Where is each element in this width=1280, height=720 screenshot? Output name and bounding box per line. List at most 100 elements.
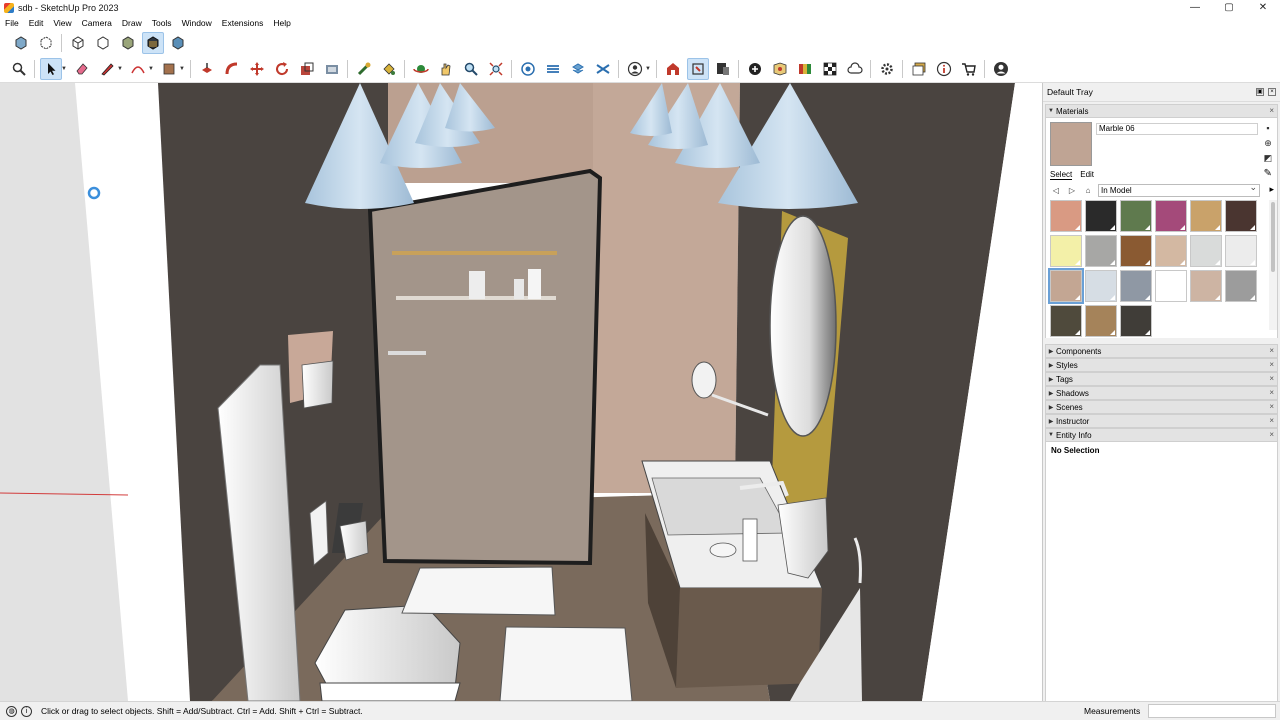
push-pull-icon[interactable]: [196, 58, 218, 80]
shaded-textures-icon[interactable]: [141, 32, 164, 54]
menu-extensions[interactable]: Extensions: [217, 18, 269, 28]
account-icon[interactable]: [990, 58, 1012, 80]
checker-icon[interactable]: [819, 58, 841, 80]
close-button[interactable]: ✕: [1246, 0, 1280, 15]
minimize-button[interactable]: —: [1178, 0, 1212, 15]
move-icon[interactable]: [246, 58, 268, 80]
panel-close-icon[interactable]: ×: [1269, 374, 1274, 383]
rotate-icon[interactable]: [271, 58, 293, 80]
material-swatch[interactable]: [1085, 305, 1117, 337]
material-swatch[interactable]: [1120, 200, 1152, 232]
material-swatch[interactable]: [1190, 200, 1222, 232]
menu-help[interactable]: Help: [268, 18, 295, 28]
trimble-connect-icon[interactable]: [908, 58, 930, 80]
orbit-icon[interactable]: [410, 58, 432, 80]
menu-file[interactable]: File: [0, 18, 24, 28]
material-name-field[interactable]: Marble 06: [1096, 123, 1258, 135]
create-material-icon[interactable]: ⊕: [1262, 137, 1274, 149]
tray-close-icon[interactable]: ×: [1268, 88, 1276, 96]
styles-panel-header[interactable]: ▶ Styles ×: [1045, 358, 1278, 372]
tape-measure-icon[interactable]: [353, 58, 375, 80]
material-swatch[interactable]: [1155, 235, 1187, 267]
details-arrow-icon[interactable]: ▸: [1269, 184, 1274, 195]
rectangle-icon[interactable]: [158, 58, 180, 80]
chevron-down-icon[interactable]: ▼: [148, 66, 154, 72]
zoom-icon[interactable]: [460, 58, 482, 80]
display-secondary-icon[interactable]: ▪: [1262, 122, 1274, 134]
material-swatch[interactable]: [1225, 270, 1257, 302]
panel-close-icon[interactable]: ×: [1269, 346, 1274, 355]
menu-window[interactable]: Window: [177, 18, 217, 28]
menu-edit[interactable]: Edit: [24, 18, 49, 28]
scale-icon[interactable]: [296, 58, 318, 80]
chevron-down-icon[interactable]: ▼: [645, 66, 651, 72]
info-icon[interactable]: [933, 58, 955, 80]
follow-me-icon[interactable]: [221, 58, 243, 80]
menu-tools[interactable]: Tools: [147, 18, 177, 28]
material-swatch[interactable]: [1120, 235, 1152, 267]
measurements-input[interactable]: [1148, 704, 1276, 718]
material-swatch[interactable]: [1085, 235, 1117, 267]
back-edges-icon[interactable]: [35, 32, 57, 54]
geo-location-status-icon[interactable]: ◍: [6, 705, 17, 717]
material-swatch[interactable]: [1155, 270, 1187, 302]
panel-close-icon[interactable]: ×: [1269, 416, 1274, 425]
chevron-down-icon[interactable]: ▼: [61, 66, 67, 72]
model-viewport[interactable]: [0, 83, 1042, 701]
tags-panel-header[interactable]: ▶ Tags ×: [1045, 372, 1278, 386]
components-panel-header[interactable]: ▶ Components ×: [1045, 344, 1278, 358]
material-swatch[interactable]: [1048, 268, 1084, 304]
wireframe-icon[interactable]: [67, 32, 89, 54]
scrollbar-thumb[interactable]: [1271, 202, 1275, 272]
user-icon[interactable]: [624, 58, 646, 80]
panel-close-icon[interactable]: ×: [1269, 106, 1274, 115]
swatch-scrollbar[interactable]: [1269, 200, 1277, 330]
chevron-down-icon[interactable]: ▼: [117, 66, 123, 72]
add-location-icon[interactable]: [744, 58, 766, 80]
pencil-line-icon[interactable]: [96, 58, 118, 80]
xray-icon[interactable]: [10, 32, 32, 54]
tray-pin-icon[interactable]: ▣: [1256, 88, 1264, 96]
material-swatch[interactable]: [1120, 305, 1152, 337]
materials-panel-header[interactable]: ▼ Materials ×: [1045, 104, 1278, 118]
zoom-extents-icon[interactable]: [485, 58, 507, 80]
collection-dropdown[interactable]: In Model: [1098, 182, 1260, 197]
geo-location-icon[interactable]: [769, 58, 791, 80]
entity-info-panel-header[interactable]: ▼ Entity Info ×: [1045, 428, 1278, 442]
forward-arrow-icon[interactable]: ▷: [1066, 185, 1078, 197]
material-swatch[interactable]: [1225, 200, 1257, 232]
materials-library-icon[interactable]: [794, 58, 816, 80]
panel-close-icon[interactable]: ×: [1269, 388, 1274, 397]
offset-icon[interactable]: [321, 58, 343, 80]
search-icon[interactable]: [8, 58, 30, 80]
eyedropper-icon[interactable]: ✎: [1264, 168, 1272, 179]
material-swatch[interactable]: [1155, 200, 1187, 232]
section-cut-icon[interactable]: [567, 58, 589, 80]
material-swatch[interactable]: [1120, 270, 1152, 302]
home-icon[interactable]: ⌂: [1082, 185, 1094, 197]
panel-close-icon[interactable]: ×: [1269, 430, 1274, 439]
material-swatch[interactable]: [1050, 235, 1082, 267]
settings-icon[interactable]: [876, 58, 898, 80]
panel-close-icon[interactable]: ×: [1269, 360, 1274, 369]
hidden-line-icon[interactable]: [92, 32, 114, 54]
menu-camera[interactable]: Camera: [77, 18, 117, 28]
material-swatch[interactable]: [1190, 235, 1222, 267]
material-swatch[interactable]: [1085, 270, 1117, 302]
scenes-panel-header[interactable]: ▶ Scenes ×: [1045, 400, 1278, 414]
material-swatch[interactable]: [1225, 235, 1257, 267]
paint-bucket-icon[interactable]: [378, 58, 400, 80]
back-arrow-icon[interactable]: ◁: [1050, 185, 1062, 197]
arc-icon[interactable]: [127, 58, 149, 80]
chevron-down-icon[interactable]: ▼: [179, 66, 185, 72]
tab-select[interactable]: Select: [1050, 170, 1073, 180]
restore-button[interactable]: ▢: [1212, 0, 1246, 15]
current-material-swatch[interactable]: [1050, 122, 1092, 166]
extension-warehouse-icon[interactable]: [686, 58, 709, 80]
material-swatch[interactable]: [1190, 270, 1222, 302]
menu-view[interactable]: View: [48, 18, 76, 28]
cloud-icon[interactable]: [844, 58, 866, 80]
tab-edit[interactable]: Edit: [1080, 170, 1094, 180]
default-material-icon[interactable]: ◩: [1262, 152, 1274, 164]
eraser-icon[interactable]: [71, 58, 93, 80]
